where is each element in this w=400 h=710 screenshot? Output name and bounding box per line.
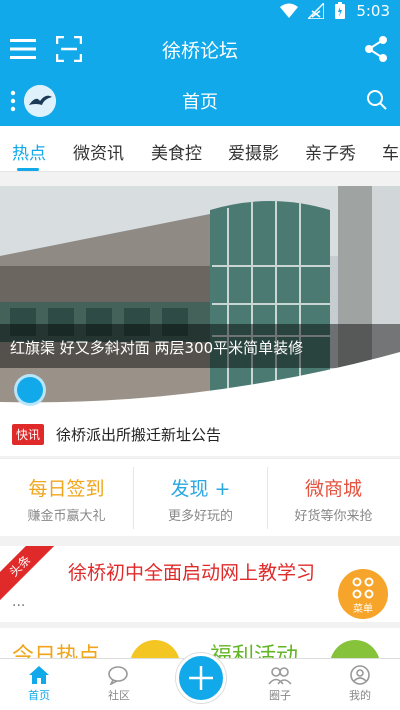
nav-circle[interactable]: 圈子 — [250, 665, 310, 703]
hot-today-icon — [130, 640, 180, 658]
circle-icon — [268, 667, 292, 685]
community-icon — [108, 666, 128, 685]
welfare-icon — [330, 640, 380, 658]
app-screen: 5:03 徐桥论坛 首页 热点 微资讯 美食控 爱摄影 亲子秀 车 红旗渠 好又… — [0, 0, 400, 710]
status-bar: 5:03 — [0, 0, 400, 24]
tab-car[interactable]: 车友 — [382, 139, 400, 164]
active-tab-indicator — [17, 168, 39, 171]
grid-icon — [352, 577, 374, 599]
quick-link-title: 每日签到 — [28, 478, 105, 500]
section-bar: 首页 — [0, 76, 400, 126]
welfare-title[interactable]: 福利活动 — [210, 638, 298, 658]
profile-icon — [350, 665, 370, 685]
battery-icon — [334, 2, 346, 20]
tab-food[interactable]: 美食控 — [151, 139, 202, 164]
news-text: 徐桥派出所搬迁新址公告 — [56, 426, 222, 444]
hot-today-title[interactable]: 今日热点 — [12, 638, 100, 658]
nav-community[interactable]: 社区 — [89, 665, 149, 703]
banner-curve — [0, 352, 400, 412]
quick-link-subtitle: 赚金币赢大礼 — [27, 509, 106, 524]
tab-hot[interactable]: 热点 — [12, 139, 46, 164]
quick-link-subtitle: 好货等你来抢 — [294, 509, 373, 524]
banner-carousel[interactable]: 红旗渠 好又多斜对面 两层300平米简单装修 — [0, 186, 400, 412]
share-icon[interactable] — [364, 36, 388, 66]
tab-micro-news[interactable]: 微资讯 — [73, 139, 124, 164]
quick-link-checkin[interactable]: 每日签到 赚金币赢大礼 — [0, 459, 133, 537]
signal-icon — [308, 3, 325, 19]
quick-link-discover[interactable]: 发现 + 更多好玩的 — [134, 459, 267, 537]
search-icon[interactable] — [366, 89, 388, 115]
add-post-button[interactable] — [176, 653, 226, 703]
quick-link-title: 微商城 — [304, 478, 362, 500]
category-tabs: 热点 微资讯 美食控 爱摄影 亲子秀 车友 — [0, 126, 400, 172]
app-title: 徐桥论坛 — [161, 40, 238, 62]
news-badge: 快讯 — [12, 424, 45, 445]
quick-link-subtitle: 更多好玩的 — [167, 509, 233, 524]
nav-label: 首页 — [28, 689, 50, 702]
nav-profile[interactable]: 我的 — [330, 665, 390, 703]
tab-photo[interactable]: 爱摄影 — [228, 139, 279, 164]
headline-text: 徐桥初中全面启动网上教学习 — [68, 562, 316, 584]
nav-label: 圈子 — [269, 689, 291, 702]
top-app-bar: 徐桥论坛 — [0, 24, 400, 76]
section-title: 首页 — [182, 92, 218, 113]
headline-more: ... — [12, 594, 26, 610]
headline-ribbon: 头条 — [0, 546, 56, 602]
status-time: 5:03 — [356, 2, 390, 20]
nav-home[interactable]: 首页 — [9, 665, 69, 703]
tab-family[interactable]: 亲子秀 — [305, 139, 356, 164]
quick-link-mall[interactable]: 微商城 好货等你来抢 — [267, 459, 400, 537]
wifi-icon — [280, 3, 299, 19]
home-icon — [29, 666, 49, 684]
nav-label: 社区 — [108, 689, 130, 702]
quick-links: 每日签到 赚金币赢大礼 发现 + 更多好玩的 微商城 好货等你来抢 — [0, 458, 400, 536]
nav-label: 我的 — [349, 689, 371, 702]
menu-fab-label: 菜单 — [353, 604, 373, 615]
news-ticker[interactable]: 快讯 徐桥派出所搬迁新址公告 — [0, 412, 400, 456]
plus-icon — [189, 666, 213, 690]
quick-link-title: 发现 + — [170, 478, 231, 500]
banner-action-icon[interactable] — [14, 374, 46, 406]
menu-fab-button[interactable]: 菜单 — [338, 569, 388, 619]
